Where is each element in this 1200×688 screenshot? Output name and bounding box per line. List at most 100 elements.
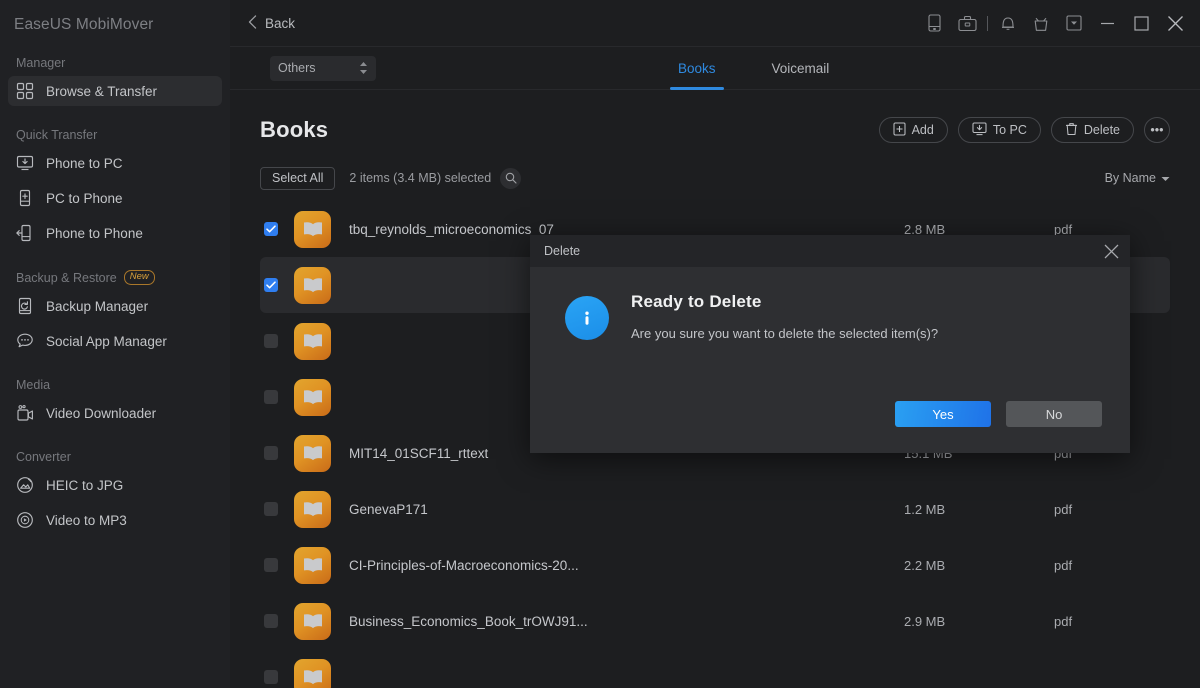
row-checkbox[interactable] xyxy=(264,670,278,684)
delete-confirm-dialog: Delete Ready to Delete Are you sure you … xyxy=(530,235,1130,453)
more-options-button[interactable]: ••• xyxy=(1144,117,1170,143)
grid-icon xyxy=(16,82,34,100)
sidebar-item-video-downloader[interactable]: Video Downloader xyxy=(8,398,222,428)
sort-by-button[interactable]: By Name xyxy=(1105,171,1170,185)
add-label: Add xyxy=(911,123,934,137)
device-icon[interactable] xyxy=(918,0,951,47)
sidebar-item-video-to-mp3[interactable]: Video to MP3 xyxy=(8,505,222,535)
dialog-text-block: Ready to Delete Are you sure you want to… xyxy=(631,292,938,341)
sidebar-item-pc-to-phone[interactable]: PC to Phone xyxy=(8,183,222,213)
sidebar-item-backup-manager[interactable]: Backup Manager xyxy=(8,291,222,321)
sidebar-group-label: Backup & Restore New xyxy=(0,270,230,285)
book-icon xyxy=(294,266,331,304)
file-name: CI-Principles-of-Macroeconomics-20... xyxy=(349,557,579,573)
cancel-no-button[interactable]: No xyxy=(1006,401,1102,427)
dropdown-icon[interactable] xyxy=(1057,0,1090,47)
to-pc-button[interactable]: To PC xyxy=(957,117,1041,143)
video-convert-icon xyxy=(16,511,34,529)
minimize-icon[interactable] xyxy=(1090,0,1124,47)
phone-to-pc-icon xyxy=(16,154,34,172)
add-icon xyxy=(893,121,906,139)
table-row[interactable] xyxy=(260,649,1170,688)
dialog-title-bar: Delete xyxy=(530,235,1130,267)
page-title: Books xyxy=(260,117,329,142)
dialog-title: Delete xyxy=(544,244,581,258)
sidebar-group-title: Manager xyxy=(16,56,66,70)
book-icon xyxy=(294,602,331,640)
dialog-message: Are you sure you want to delete the sele… xyxy=(631,326,939,341)
backup-icon xyxy=(16,297,34,315)
sidebar-item-label: Video Downloader xyxy=(46,405,157,421)
sidebar-group-title: Quick Transfer xyxy=(16,128,98,142)
tab-label: Voicemail xyxy=(771,60,830,76)
add-button[interactable]: Add xyxy=(878,117,948,143)
tab-voicemail[interactable]: Voicemail xyxy=(764,47,838,90)
to-pc-label: To PC xyxy=(992,123,1027,137)
gift-icon[interactable] xyxy=(1024,0,1057,47)
book-icon xyxy=(294,378,331,416)
table-row[interactable]: GenevaP171 1.2 MB pdf xyxy=(260,481,1170,537)
tab-books[interactable]: Books xyxy=(670,47,724,90)
bell-icon[interactable] xyxy=(991,0,1024,47)
sidebar-item-label: Backup Manager xyxy=(46,298,149,314)
table-row[interactable]: CI-Principles-of-Macroeconomics-20... 2.2… xyxy=(260,537,1170,593)
sidebar: EaseUS MobiMover Manager Browse & Transf… xyxy=(0,0,230,688)
confirm-yes-button[interactable]: Yes xyxy=(895,401,991,427)
tab-bar: Others Books Voicemail xyxy=(230,47,1200,90)
sidebar-nav: Manager Browse & Transfer Quick Transfer … xyxy=(0,56,230,535)
video-download-icon xyxy=(16,404,34,422)
row-checkbox[interactable] xyxy=(264,558,278,572)
back-button[interactable]: Back xyxy=(242,11,301,36)
delete-label: Delete xyxy=(1083,123,1120,137)
row-checkbox[interactable] xyxy=(264,278,278,292)
select-all-button[interactable]: Select All xyxy=(260,166,336,190)
dialog-body: Ready to Delete Are you sure you want to… xyxy=(530,267,1130,341)
row-checkbox[interactable] xyxy=(264,334,278,348)
row-checkbox[interactable] xyxy=(264,614,278,628)
file-size: 1.2 MB xyxy=(904,501,946,517)
back-label: Back xyxy=(265,15,296,31)
tab-label: Books xyxy=(678,60,716,76)
close-icon[interactable] xyxy=(1158,0,1192,47)
category-select-value: Others xyxy=(278,61,316,75)
sidebar-item-browse-transfer[interactable]: Browse & Transfer xyxy=(8,76,222,106)
new-badge: New xyxy=(123,270,155,285)
search-icon[interactable] xyxy=(500,167,522,189)
sidebar-group-title: Converter xyxy=(16,450,71,464)
book-icon xyxy=(294,434,331,472)
maximize-icon[interactable] xyxy=(1124,0,1158,47)
info-icon xyxy=(565,296,609,340)
category-select[interactable]: Others xyxy=(270,55,376,81)
table-row[interactable]: Business_Economics_Book_trOWJ91... 2.9 MB… xyxy=(260,593,1170,649)
sidebar-item-label: Video to MP3 xyxy=(46,512,127,528)
file-type: pdf xyxy=(1054,557,1073,573)
sidebar-item-social-app-manager[interactable]: Social App Manager xyxy=(8,326,222,356)
book-icon xyxy=(294,322,331,360)
sidebar-group-title: Media xyxy=(16,378,51,392)
selection-info: 2 items (3.4 MB) selected xyxy=(349,171,492,185)
sidebar-item-heic-to-jpg[interactable]: HEIC to JPG xyxy=(8,470,222,500)
delete-button[interactable]: Delete xyxy=(1050,117,1134,143)
chat-bubble-icon xyxy=(16,332,34,350)
sidebar-group-label: Quick Transfer xyxy=(0,128,230,142)
sidebar-item-label: Phone to Phone xyxy=(46,225,143,241)
row-checkbox[interactable] xyxy=(264,502,278,516)
dialog-buttons: Yes No xyxy=(895,401,1102,427)
dialog-heading: Ready to Delete xyxy=(631,292,762,311)
selection-toolbar: Select All 2 items (3.4 MB) selected By … xyxy=(260,163,1170,193)
sidebar-group-title: Backup & Restore xyxy=(16,270,117,285)
toolbox-icon[interactable] xyxy=(951,0,984,47)
tab-list: Books Voicemail xyxy=(670,47,837,90)
sidebar-item-label: PC to Phone xyxy=(46,190,123,206)
title-bar: Back xyxy=(230,0,1200,47)
app-brand-title: EaseUS MobiMover xyxy=(14,16,154,33)
chevron-left-icon xyxy=(248,14,257,32)
row-checkbox[interactable] xyxy=(264,222,278,236)
row-checkbox[interactable] xyxy=(264,446,278,460)
sidebar-item-phone-to-phone[interactable]: Phone to Phone xyxy=(8,218,222,248)
row-checkbox[interactable] xyxy=(264,390,278,404)
sidebar-item-phone-to-pc[interactable]: Phone to PC xyxy=(8,148,222,178)
main-area: Back Others Books Voicemail Books Add To… xyxy=(230,0,1200,688)
close-icon[interactable] xyxy=(1092,235,1130,267)
sort-by-label: By Name xyxy=(1104,171,1156,185)
